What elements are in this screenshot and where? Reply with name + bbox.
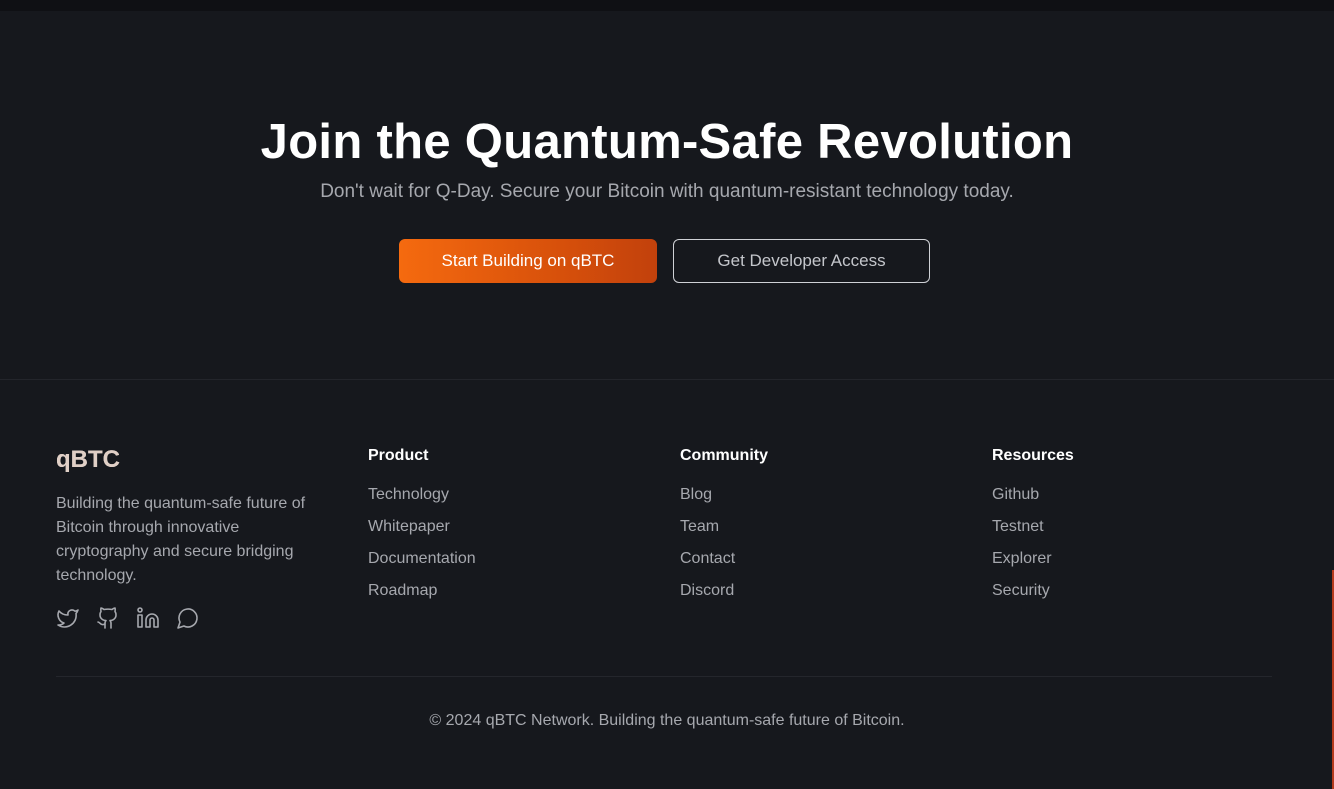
- footer-link-security[interactable]: Security: [992, 581, 1074, 613]
- copyright-text: © 2024 qBTC Network. Building the quantu…: [429, 712, 905, 729]
- footer-link-explorer[interactable]: Explorer: [992, 549, 1074, 581]
- column-title: Product: [368, 447, 429, 464]
- footer-link-github[interactable]: Github: [992, 485, 1074, 517]
- footer-link-discord[interactable]: Discord: [680, 581, 768, 613]
- footer-column-product: Product Technology Whitepaper Documentat…: [368, 447, 476, 613]
- footer: qBTC Building the quantum-safe future of…: [0, 379, 1334, 789]
- cta-section: Join the Quantum-Safe Revolution Don't w…: [0, 11, 1334, 379]
- discord-icon[interactable]: [176, 606, 200, 630]
- developer-access-button[interactable]: Get Developer Access: [673, 239, 930, 283]
- footer-link-technology[interactable]: Technology: [368, 485, 476, 517]
- linkedin-icon[interactable]: [136, 606, 160, 630]
- twitter-icon[interactable]: [56, 606, 80, 630]
- start-building-button[interactable]: Start Building on qBTC: [399, 239, 657, 283]
- footer-link-whitepaper[interactable]: Whitepaper: [368, 517, 476, 549]
- footer-link-contact[interactable]: Contact: [680, 549, 768, 581]
- brand-description: Building the quantum-safe future of Bitc…: [56, 495, 306, 584]
- cta-subtitle: Don't wait for Q-Day. Secure your Bitcoi…: [320, 181, 1014, 202]
- footer-divider: [56, 676, 1272, 677]
- brand-logo[interactable]: qBTC: [56, 446, 336, 474]
- footer-link-roadmap[interactable]: Roadmap: [368, 581, 476, 613]
- top-bar: [0, 0, 1334, 11]
- footer-link-team[interactable]: Team: [680, 517, 768, 549]
- footer-brand-column: qBTC Building the quantum-safe future of…: [56, 446, 336, 630]
- cta-title: Join the Quantum-Safe Revolution: [260, 115, 1074, 169]
- footer-link-testnet[interactable]: Testnet: [992, 517, 1074, 549]
- github-icon[interactable]: [96, 606, 120, 630]
- footer-link-documentation[interactable]: Documentation: [368, 549, 476, 581]
- social-links: [56, 606, 336, 630]
- footer-link-blog[interactable]: Blog: [680, 485, 768, 517]
- column-title: Resources: [992, 447, 1074, 464]
- column-title: Community: [680, 447, 768, 464]
- footer-column-resources: Resources Github Testnet Explorer Securi…: [992, 447, 1074, 613]
- footer-column-community: Community Blog Team Contact Discord: [680, 447, 768, 613]
